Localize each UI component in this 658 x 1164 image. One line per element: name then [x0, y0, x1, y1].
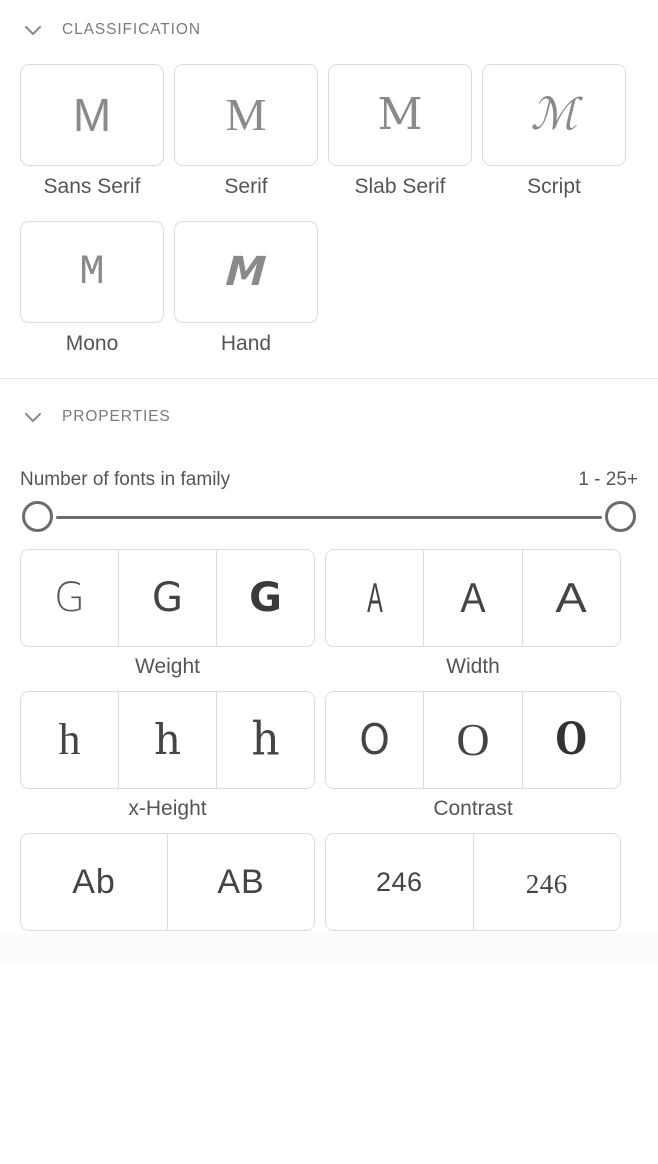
font-count-range-slider[interactable] [20, 497, 638, 537]
property-group-contrast: O O O Contrast [325, 691, 621, 821]
glyph-figures-oldstyle: 246 [525, 868, 568, 899]
classification-section-header[interactable]: CLASSIFICATION [0, 0, 658, 60]
classification-option-label: Slab Serif [354, 175, 446, 198]
classification-card[interactable]: M [174, 221, 318, 323]
glyph-contrast-high: O [555, 714, 588, 765]
slider-label: Number of fonts in family [20, 469, 231, 490]
properties-section-title: PROPERTIES [62, 408, 171, 425]
contrast-option-high[interactable]: O [522, 692, 620, 788]
x-height-option-large[interactable]: h [217, 692, 314, 788]
caps-option-standard[interactable]: Ab [21, 834, 168, 930]
x-height-option-small[interactable]: h [21, 692, 119, 788]
glyph-xheight-medium: h [153, 715, 182, 764]
property-group-label: Width [446, 655, 500, 678]
chevron-down-icon[interactable] [22, 19, 44, 41]
panel-bottom-edge [0, 933, 658, 963]
property-group-width: A A A Width [325, 549, 621, 679]
glyph-serif: M [225, 89, 267, 140]
caps-segmented-control[interactable]: Ab AB [20, 833, 315, 931]
glyph-weight-regular: G [152, 575, 183, 621]
x-height-segmented-control[interactable]: h h h [20, 691, 315, 789]
glyph-mono: M [79, 248, 105, 296]
classification-card[interactable]: M [20, 64, 164, 166]
glyph-width-condensed: A [366, 574, 383, 621]
glyph-caps-standard: Ab [72, 863, 116, 901]
property-group-label: Contrast [433, 797, 513, 820]
glyph-xheight-small: h [58, 715, 81, 764]
slider-handle-max[interactable] [605, 501, 636, 532]
glyph-script: ℳ [530, 89, 578, 140]
classification-card[interactable]: M [328, 64, 472, 166]
chevron-down-icon[interactable] [22, 406, 44, 428]
property-row-weight-width: G G G Weight A A A Width [0, 549, 658, 679]
classification-section-title: CLASSIFICATION [62, 21, 201, 38]
classification-option-slab-serif[interactable]: M Slab Serif [328, 64, 472, 199]
weight-option-regular[interactable]: G [119, 550, 217, 646]
contrast-segmented-control[interactable]: O O O [325, 691, 621, 789]
slider-range-value: 1 - 25+ [578, 469, 638, 490]
x-height-option-medium[interactable]: h [119, 692, 217, 788]
property-group-x-height: h h h x-Height [20, 691, 315, 821]
figure-style-segmented-control[interactable]: 246 246 [325, 833, 621, 931]
property-group-label: Weight [135, 655, 200, 678]
slider-handle-min[interactable] [22, 501, 53, 532]
glyph-xheight-large: h [251, 712, 280, 766]
property-group-label: x-Height [128, 797, 207, 820]
glyph-slab-serif: M [377, 89, 423, 140]
classification-option-label: Hand [220, 332, 272, 355]
glyph-hand: M [224, 249, 268, 295]
slider-track[interactable] [56, 516, 602, 519]
glyph-figures-lining: 246 [375, 866, 423, 897]
properties-section: PROPERTIES Number of fonts in family 1 -… [0, 379, 658, 963]
width-option-condensed[interactable]: A [326, 550, 425, 646]
classification-option-label: Serif [224, 175, 268, 198]
glyph-caps-only: AB [217, 863, 265, 901]
figure-style-option-oldstyle[interactable]: 246 [473, 834, 620, 930]
slider-label-row: Number of fonts in family 1 - 25+ [20, 469, 638, 491]
classification-option-sans-serif[interactable]: M Sans Serif [20, 64, 164, 199]
properties-section-header[interactable]: PROPERTIES [0, 387, 658, 447]
width-option-wide[interactable]: A [522, 550, 620, 646]
property-row-xheight-contrast: h h h x-Height O O O Contrast [0, 691, 658, 821]
weight-segmented-control[interactable]: G G G [20, 549, 315, 647]
glyph-width-normal: A [460, 574, 486, 621]
weight-option-bold[interactable]: G [217, 550, 314, 646]
classification-option-label: Sans Serif [43, 175, 141, 198]
glyph-weight-light: G [54, 575, 85, 621]
width-option-normal[interactable]: A [424, 550, 523, 646]
classification-option-label: Mono [65, 332, 119, 355]
classification-option-serif[interactable]: M Serif [174, 64, 318, 199]
property-group-weight: G G G Weight [20, 549, 315, 679]
glyph-sans-serif: M [72, 89, 112, 141]
classification-option-mono[interactable]: M Mono [20, 221, 164, 356]
classification-option-label: Script [527, 175, 581, 198]
classification-card[interactable]: M [20, 221, 164, 323]
caps-option-caps-only[interactable]: AB [168, 834, 314, 930]
glyph-weight-bold: G [249, 575, 282, 621]
glyph-contrast-low: O [359, 715, 390, 764]
glyph-contrast-medium: O [456, 714, 490, 765]
classification-options-grid: M Sans Serif M Serif M Slab Serif ℳ Scri… [0, 60, 640, 378]
contrast-option-low[interactable]: O [326, 692, 425, 788]
font-filter-panel: CLASSIFICATION M Sans Serif M Serif M Sl… [0, 0, 658, 963]
width-segmented-control[interactable]: A A A [325, 549, 621, 647]
classification-card[interactable]: ℳ [482, 64, 626, 166]
glyph-width-wide: A [555, 574, 588, 621]
classification-option-script[interactable]: ℳ Script [482, 64, 626, 199]
contrast-option-medium[interactable]: O [424, 692, 523, 788]
classification-card[interactable]: M [174, 64, 318, 166]
classification-option-hand[interactable]: M Hand [174, 221, 318, 356]
figure-style-option-lining[interactable]: 246 [326, 834, 474, 930]
weight-option-light[interactable]: G [21, 550, 119, 646]
font-count-slider-block: Number of fonts in family 1 - 25+ [0, 447, 658, 537]
